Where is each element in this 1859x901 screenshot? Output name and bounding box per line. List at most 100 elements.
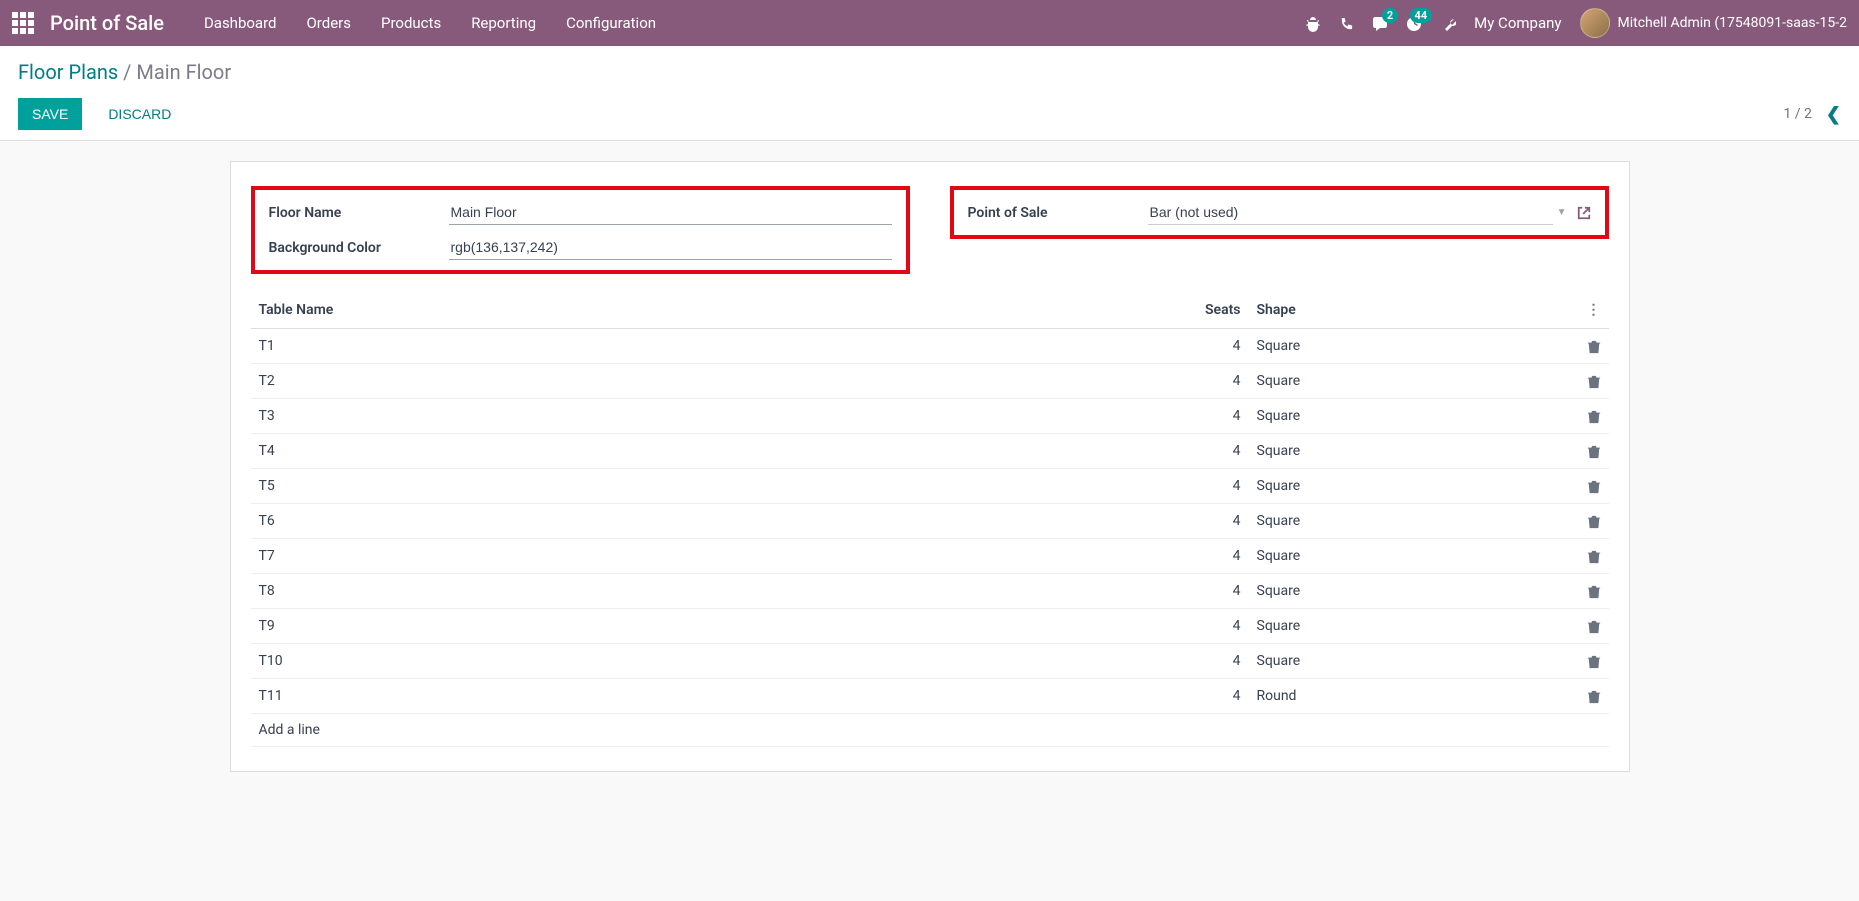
table-row[interactable]: T94Square xyxy=(251,609,1609,644)
pos-input[interactable] xyxy=(1148,200,1553,225)
cell-seats[interactable]: 4 xyxy=(1169,539,1249,574)
table-row[interactable]: T64Square xyxy=(251,504,1609,539)
field-bg-color: Background Color xyxy=(269,235,892,260)
cell-shape[interactable]: Square xyxy=(1249,504,1569,539)
trash-icon[interactable] xyxy=(1587,687,1601,705)
cell-name[interactable]: T8 xyxy=(251,574,1169,609)
cell-name[interactable]: T4 xyxy=(251,434,1169,469)
cell-name[interactable]: T11 xyxy=(251,679,1169,714)
pager-prev-icon[interactable]: ❮ xyxy=(1826,104,1841,125)
topbar: Point of Sale Dashboard Orders Products … xyxy=(0,0,1859,46)
chat-icon[interactable]: 2 xyxy=(1372,14,1388,33)
cell-shape[interactable]: Round xyxy=(1249,679,1569,714)
trash-icon[interactable] xyxy=(1587,407,1601,425)
trash-icon[interactable] xyxy=(1587,477,1601,495)
trash-icon[interactable] xyxy=(1587,582,1601,600)
cell-seats[interactable]: 4 xyxy=(1169,469,1249,504)
company-selector[interactable]: My Company xyxy=(1474,14,1561,32)
highlight-right: Point of Sale ▼ xyxy=(950,186,1609,239)
trash-icon[interactable] xyxy=(1587,617,1601,635)
cell-name[interactable]: T9 xyxy=(251,609,1169,644)
cell-name[interactable]: T7 xyxy=(251,539,1169,574)
cell-shape[interactable]: Square xyxy=(1249,364,1569,399)
cell-name[interactable]: T1 xyxy=(251,329,1169,364)
chat-badge: 2 xyxy=(1382,8,1398,23)
user-name: Mitchell Admin (17548091-saas-15-2 xyxy=(1618,15,1848,31)
nav-orders[interactable]: Orders xyxy=(306,14,351,32)
col-seats[interactable]: Seats xyxy=(1169,292,1249,329)
pager-text[interactable]: 1 / 2 xyxy=(1783,106,1811,122)
table-row[interactable]: T84Square xyxy=(251,574,1609,609)
cell-name[interactable]: T3 xyxy=(251,399,1169,434)
tables-list: Table Name Seats Shape ⋮ T14SquareT24Squ… xyxy=(251,292,1609,747)
bug-icon[interactable] xyxy=(1305,14,1321,33)
table-row[interactable]: T14Square xyxy=(251,329,1609,364)
floor-name-input[interactable] xyxy=(449,200,892,225)
trash-icon[interactable] xyxy=(1587,512,1601,530)
nav-reporting[interactable]: Reporting xyxy=(471,14,536,32)
nav-configuration[interactable]: Configuration xyxy=(566,14,656,32)
cell-shape[interactable]: Square xyxy=(1249,644,1569,679)
app-title[interactable]: Point of Sale xyxy=(50,11,164,35)
cell-seats[interactable]: 4 xyxy=(1169,364,1249,399)
form-sheet: Floor Name Background Color Point of Sal… xyxy=(230,161,1630,772)
cell-shape[interactable]: Square xyxy=(1249,329,1569,364)
table-row[interactable]: T54Square xyxy=(251,469,1609,504)
breadcrumb-sep: / xyxy=(123,60,136,84)
cell-name[interactable]: T6 xyxy=(251,504,1169,539)
table-row[interactable]: T34Square xyxy=(251,399,1609,434)
table-row[interactable]: T24Square xyxy=(251,364,1609,399)
discard-button[interactable]: DISCARD xyxy=(98,98,181,130)
nav-dashboard[interactable]: Dashboard xyxy=(204,14,277,32)
apps-icon[interactable] xyxy=(12,12,34,34)
trash-icon[interactable] xyxy=(1587,442,1601,460)
cell-name[interactable]: T2 xyxy=(251,364,1169,399)
trash-icon[interactable] xyxy=(1587,547,1601,565)
cell-name[interactable]: T10 xyxy=(251,644,1169,679)
col-shape[interactable]: Shape xyxy=(1249,292,1569,329)
cell-seats[interactable]: 4 xyxy=(1169,434,1249,469)
highlight-left: Floor Name Background Color xyxy=(251,186,910,274)
cell-seats[interactable]: 4 xyxy=(1169,574,1249,609)
cell-seats[interactable]: 4 xyxy=(1169,504,1249,539)
cell-seats[interactable]: 4 xyxy=(1169,399,1249,434)
cell-name[interactable]: T5 xyxy=(251,469,1169,504)
table-row[interactable]: T44Square xyxy=(251,434,1609,469)
sheet-wrap: Floor Name Background Color Point of Sal… xyxy=(0,141,1859,792)
tools-icon[interactable] xyxy=(1440,14,1456,33)
cell-seats[interactable]: 4 xyxy=(1169,679,1249,714)
activity-icon[interactable]: 44 xyxy=(1406,14,1422,33)
subheader: Floor Plans / Main Floor SAVE DISCARD 1 … xyxy=(0,46,1859,141)
phone-icon[interactable] xyxy=(1339,14,1354,33)
save-button[interactable]: SAVE xyxy=(18,98,82,130)
cell-shape[interactable]: Square xyxy=(1249,434,1569,469)
breadcrumb: Floor Plans / Main Floor xyxy=(18,60,1841,84)
cell-shape[interactable]: Square xyxy=(1249,609,1569,644)
cell-shape[interactable]: Square xyxy=(1249,469,1569,504)
external-link-icon[interactable] xyxy=(1577,205,1591,221)
cell-shape[interactable]: Square xyxy=(1249,539,1569,574)
bg-color-input[interactable] xyxy=(449,235,892,260)
trash-icon[interactable] xyxy=(1587,652,1601,670)
nav-products[interactable]: Products xyxy=(381,14,441,32)
cell-shape[interactable]: Square xyxy=(1249,574,1569,609)
col-kebab-icon[interactable]: ⋮ xyxy=(1569,292,1609,329)
table-row[interactable]: T74Square xyxy=(251,539,1609,574)
cell-seats[interactable]: 4 xyxy=(1169,609,1249,644)
table-row[interactable]: T114Round xyxy=(251,679,1609,714)
field-floor-name: Floor Name xyxy=(269,200,892,225)
caret-down-icon[interactable]: ▼ xyxy=(1557,207,1567,218)
cell-shape[interactable]: Square xyxy=(1249,399,1569,434)
trash-icon[interactable] xyxy=(1587,337,1601,355)
user-menu[interactable]: Mitchell Admin (17548091-saas-15-2 xyxy=(1580,8,1848,38)
col-name[interactable]: Table Name xyxy=(251,292,1169,329)
breadcrumb-root[interactable]: Floor Plans xyxy=(18,60,118,84)
cell-seats[interactable]: 4 xyxy=(1169,644,1249,679)
pager: 1 / 2 ❮ xyxy=(1783,104,1841,125)
bg-color-label: Background Color xyxy=(269,240,449,256)
cell-seats[interactable]: 4 xyxy=(1169,329,1249,364)
pos-label: Point of Sale xyxy=(968,205,1148,221)
trash-icon[interactable] xyxy=(1587,372,1601,390)
add-line-button[interactable]: Add a line xyxy=(251,714,1609,747)
table-row[interactable]: T104Square xyxy=(251,644,1609,679)
